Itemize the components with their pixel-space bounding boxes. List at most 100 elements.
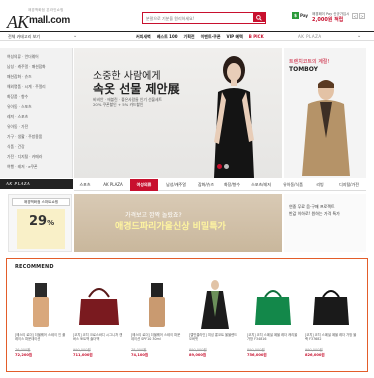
sidebar-item[interactable]: 가전 · 디지털 · 카메라 bbox=[7, 154, 42, 160]
side-promo-secondary-subtitle: 반값 이하로! 원하는 가격 특가 bbox=[289, 211, 340, 216]
sidebar-item[interactable]: 패션잡화 · 슈즈 bbox=[7, 74, 32, 80]
nav-link-coffee[interactable]: 커피새벽 bbox=[136, 34, 151, 40]
product-name[interactable]: [코치] 코치 크로스바디 시그니처 캔버스 토트백 숄더백 bbox=[73, 333, 125, 346]
smart-shopping-title: 애경백화점 스마트쇼핑 bbox=[12, 198, 70, 206]
product-card[interactable]: [코치] 코치 크로스바디 시그니처 캔버스 토트백 숄더백 990,000원 … bbox=[73, 277, 125, 369]
product-image bbox=[255, 290, 291, 325]
product-sale-price: 74,100원 bbox=[131, 353, 149, 357]
product-image bbox=[313, 290, 349, 325]
search-input[interactable] bbox=[146, 14, 250, 22]
discount-card: 29% bbox=[17, 209, 65, 249]
side-promo-secondary-title: 연중 무료 음·구매 프로젝트 bbox=[289, 204, 335, 209]
product-image bbox=[33, 283, 49, 327]
chevron-down-icon[interactable]: ⌄ bbox=[357, 33, 361, 39]
hero-desc-line: 20% 쿠폰할인 + 5% 카드할인 bbox=[93, 102, 144, 107]
logo-subtitle: 애경백화점 온라인쇼핑 bbox=[28, 8, 64, 12]
search-box bbox=[142, 12, 266, 24]
product-name[interactable]: [코치] 코치 스페셜 페블 레더 가방 블랙 F37682 bbox=[305, 333, 357, 346]
pay-amount: 2,000원 적립 bbox=[312, 17, 344, 23]
promo-secondary-headline: 애경드파리가을신상 비밀특가 bbox=[115, 222, 226, 232]
pay-label: Pay bbox=[300, 13, 309, 18]
header-pager: < > bbox=[352, 13, 366, 19]
nav-link-plan[interactable]: 기획전 bbox=[184, 34, 195, 40]
ak-plaza-link[interactable]: AK PLAZA bbox=[298, 34, 322, 39]
nav-links: 커피새벽 베스트 100 기획전 이벤트·쿠폰 VIP 혜택 B PICK bbox=[136, 34, 264, 40]
hero-dot-active[interactable] bbox=[217, 164, 222, 169]
hero-model-image bbox=[214, 56, 254, 178]
tab-womens[interactable]: 여성의류 bbox=[130, 179, 158, 191]
recommend-section: RECOMMEND [에스티 로더] 더블웨어 스테이 인 플레이스 파운데이션… bbox=[6, 258, 368, 372]
product-sale-price: 72,200원 bbox=[15, 353, 33, 357]
product-sale-price: 711,000원 bbox=[73, 353, 93, 357]
sidebar-item[interactable]: 남성 · 캐주얼 · 패션잡화 bbox=[7, 64, 46, 70]
side-promo-model-image bbox=[302, 80, 350, 176]
product-name[interactable]: [코치] 코치 스페셜 페블 레더 캐리올 가방 F34816 bbox=[247, 333, 299, 346]
header-next-button[interactable]: > bbox=[359, 13, 365, 19]
product-name[interactable]: [캘빈클라인] 여성 롱코트 울블렌드 오버핏 bbox=[189, 333, 241, 346]
sidebar-item[interactable]: 유아동 · 가전 bbox=[7, 124, 28, 130]
category-sidebar: 여성의류 · 언더웨어 남성 · 캐주얼 · 패션잡화 패션잡화 · 슈즈 해외… bbox=[0, 48, 73, 178]
pay-icon: $ bbox=[292, 12, 299, 19]
side-promo-banner[interactable]: 트렌치코트의 계절! TOMBOY bbox=[284, 48, 366, 178]
product-sale-price: 756,000원 bbox=[247, 353, 267, 357]
sidebar-item[interactable]: 식품 · 건강 bbox=[7, 144, 25, 150]
discount-percent-unit: % bbox=[47, 219, 55, 227]
hero-dot[interactable] bbox=[224, 164, 229, 169]
tab-living[interactable]: 리빙 bbox=[310, 179, 330, 191]
hero-pager bbox=[217, 164, 231, 169]
tab-leisure[interactable]: 스포츠/레저 bbox=[246, 179, 276, 191]
nav-link-event[interactable]: 이벤트·쿠폰 bbox=[201, 34, 221, 40]
sidebar-item[interactable]: 유아동 · 스포츠 bbox=[7, 104, 32, 110]
nav-link-bpick[interactable]: B PICK bbox=[249, 34, 264, 40]
hero-description: 비비안 · 에블린 · 좋은사람들 인기 선물세트 20% 쿠폰할인 + 5% … bbox=[93, 97, 162, 107]
discount-percent: 29% bbox=[29, 214, 54, 229]
tab-beauty[interactable]: 화장/향수 bbox=[220, 179, 244, 191]
search-button[interactable] bbox=[253, 13, 265, 22]
main-nav: 전체 카테고리 보기 ⌄ 커피새벽 베스트 100 기획전 이벤트·쿠폰 VIP… bbox=[0, 31, 374, 41]
product-card[interactable]: [에스티 로더] 더블웨어 스테이 파운데이션 SPF10 30ml 78,00… bbox=[131, 277, 183, 369]
logo-ak[interactable]: AK bbox=[7, 12, 29, 33]
chevron-down-icon[interactable]: ⌄ bbox=[73, 33, 77, 39]
tab-sports[interactable]: 스포츠 bbox=[74, 179, 96, 191]
product-card[interactable]: [캘빈클라인] 여성 롱코트 울블렌드 오버핏 890,000원 89,000원 bbox=[189, 277, 241, 369]
product-card[interactable]: [코치] 코치 스페셜 페블 레더 가방 블랙 F37682 990,000원 … bbox=[305, 277, 357, 369]
all-categories-button[interactable]: 전체 카테고리 보기 bbox=[8, 34, 40, 40]
sidebar-item[interactable]: 여행 · 레저 · e쿠폰 bbox=[7, 164, 38, 170]
hero-banner[interactable]: 소중한 사람에게 속옷 선물 제안展 비비안 · 에블린 · 좋은사람들 인기 … bbox=[74, 48, 282, 178]
product-image bbox=[201, 280, 229, 329]
promo-banner-secondary[interactable]: 가격보고 깜짝 놀랐죠? 애경드파리가을신상 비밀특가 bbox=[74, 194, 282, 252]
ak-plaza-logo-text: AK PLAZA bbox=[6, 181, 31, 186]
sidebar-item[interactable]: 해외명품 · 시계 · 주얼리 bbox=[7, 84, 46, 90]
search-icon bbox=[256, 14, 262, 21]
side-promo-secondary[interactable]: 연중 무료 음·구매 프로젝트 반값 이하로! 원하는 가격 특가 bbox=[284, 194, 366, 252]
sidebar-item[interactable]: 가구 · 생활 · 주방용품 bbox=[7, 134, 42, 140]
recommend-title: RECOMMEND bbox=[15, 264, 54, 270]
tab-mens[interactable]: 남성/캐주얼 bbox=[160, 179, 192, 191]
logo-domain[interactable]: mall.com bbox=[29, 15, 70, 26]
product-image bbox=[149, 283, 165, 327]
promo-secondary-title: 가격보고 깜짝 놀랐죠? bbox=[125, 212, 182, 219]
discount-percent-value: 29 bbox=[29, 214, 48, 229]
nav-link-best100[interactable]: 베스트 100 bbox=[157, 34, 178, 40]
tab-kids-food[interactable]: 유아동/식품 bbox=[278, 179, 308, 191]
sidebar-item[interactable]: 화장품 · 향수 bbox=[7, 94, 28, 100]
tab-akplaza[interactable]: AK PLAZA bbox=[98, 179, 128, 191]
nav-link-vip[interactable]: VIP 혜택 bbox=[227, 34, 243, 40]
category-tabs: 스포츠 AK PLAZA 여성의류 남성/캐주얼 잡화/슈즈 화장/향수 스포츠… bbox=[74, 179, 366, 191]
product-name[interactable]: [에스티 로더] 더블웨어 스테이 인 플레이스 파운데이션 bbox=[15, 333, 67, 346]
product-image bbox=[79, 288, 119, 325]
tab-shoes[interactable]: 잡화/슈즈 bbox=[194, 179, 218, 191]
product-card[interactable]: [코치] 코치 스페셜 페블 레더 캐리올 가방 F34816 890,000원… bbox=[247, 277, 299, 369]
product-sale-price: 89,000원 bbox=[189, 353, 207, 357]
header-prev-button[interactable]: < bbox=[352, 13, 358, 19]
hero-headline: 속옷 선물 제안展 bbox=[93, 82, 180, 96]
sidebar-item[interactable]: 여성의류 · 언더웨어 bbox=[7, 54, 39, 60]
product-card[interactable]: [에스티 로더] 더블웨어 스테이 인 플레이스 파운데이션 76,000원 7… bbox=[15, 277, 67, 369]
ak-plaza-logo[interactable]: AK PLAZA bbox=[0, 179, 73, 189]
tab-digital[interactable]: 디지털/가전 bbox=[332, 179, 366, 191]
side-promo-brand: TOMBOY bbox=[289, 66, 318, 73]
smart-shopping-banner[interactable]: 애경백화점 스마트쇼핑 29% bbox=[8, 194, 72, 252]
sidebar-item[interactable]: 레져 · 스포츠 bbox=[7, 114, 28, 120]
product-name[interactable]: [에스티 로더] 더블웨어 스테이 파운데이션 SPF10 30ml bbox=[131, 333, 183, 346]
product-sale-price: 826,000원 bbox=[305, 353, 325, 357]
